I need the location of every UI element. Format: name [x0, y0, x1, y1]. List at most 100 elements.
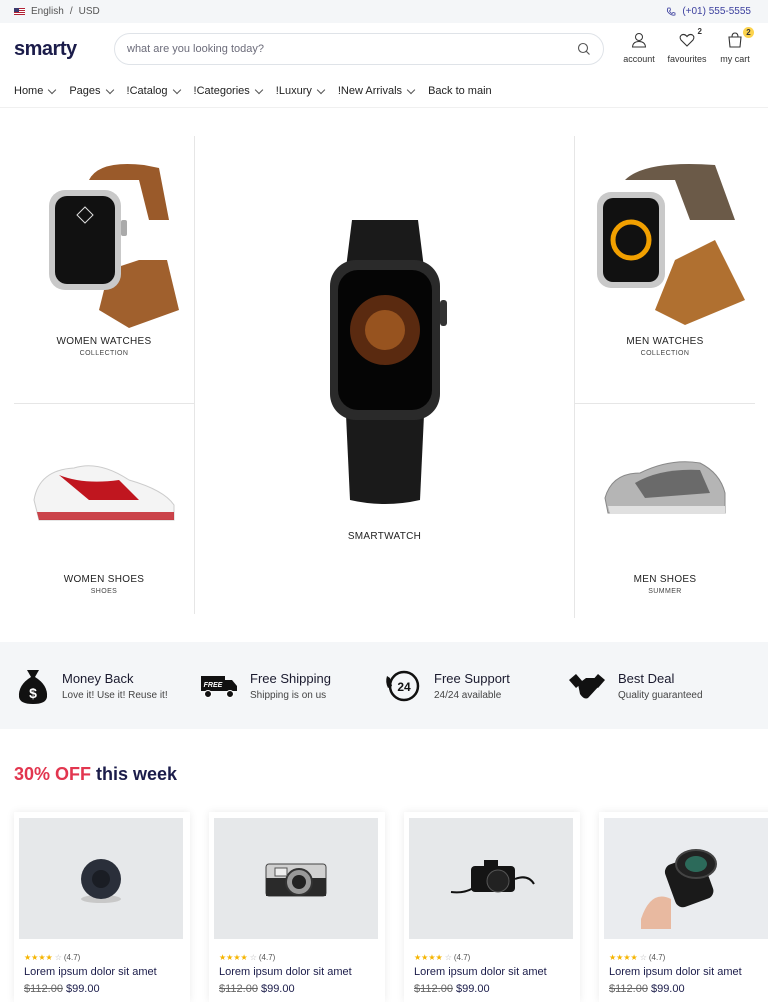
- divider: [14, 403, 194, 404]
- feature-subtitle: Love it! Use it! Reuse it!: [62, 689, 168, 701]
- sneaker-icon: [33, 465, 175, 521]
- locale-switcher[interactable]: English / USD: [14, 6, 100, 17]
- currency-label[interactable]: USD: [79, 6, 100, 17]
- product-name[interactable]: Lorem ipsum dolor sit amet: [19, 966, 185, 978]
- category-smartwatch[interactable]: SMARTWATCH: [195, 220, 574, 542]
- category-men-watches[interactable]: MEN WATCHES COLLECTION: [575, 160, 755, 357]
- lens-icon: [641, 848, 717, 929]
- product-name[interactable]: Lorem ipsum dolor sit amet: [409, 966, 575, 978]
- handshake-icon: [569, 673, 605, 698]
- feature-title: Free Shipping: [250, 670, 331, 686]
- logo[interactable]: smarty: [14, 38, 114, 61]
- nav-label: !Luxury: [275, 85, 312, 97]
- phone-link[interactable]: (+01) 555-5555: [666, 6, 751, 17]
- product-price: $112.00 $99.00: [409, 983, 575, 995]
- us-flag-icon: [14, 8, 25, 15]
- feature-best-deal: Best Deal Quality guaranteed: [568, 670, 752, 702]
- old-price: $112.00: [609, 983, 648, 995]
- category-title: MEN SHOES: [633, 574, 697, 585]
- product-price: $112.00 $99.00: [19, 983, 185, 995]
- category-subtitle: COLLECTION: [640, 350, 690, 357]
- nav-catalog[interactable]: !Catalog: [126, 85, 181, 97]
- star-icon: ★★★★: [24, 953, 53, 962]
- search-icon[interactable]: [577, 42, 591, 56]
- category-title: WOMEN SHOES: [63, 574, 145, 585]
- features-bar: $ Money Back Love it! Use it! Reuse it! …: [0, 642, 768, 729]
- current-price: $99.00: [260, 983, 295, 995]
- divider: [575, 403, 755, 404]
- product-card[interactable]: ★★★★ ☆ (4.7) Lorem ipsum dolor sit amet $…: [599, 812, 768, 1002]
- nav-label: Home: [14, 85, 44, 97]
- product-card[interactable]: ★★★★ ☆ (4.7) Lorem ipsum dolor sit amet $…: [404, 812, 580, 1002]
- search-input[interactable]: [127, 43, 577, 55]
- nav-back-to-main[interactable]: Back to main: [428, 85, 492, 97]
- star-empty-icon: ☆: [54, 953, 62, 962]
- star-empty-icon: ☆: [639, 953, 647, 962]
- feature-title: Free Support: [434, 670, 510, 686]
- category-subtitle: SUMMER: [648, 588, 682, 595]
- search-bar: [114, 33, 604, 65]
- account-button[interactable]: account: [620, 31, 658, 64]
- money-bag-icon: $: [18, 669, 48, 704]
- product-image[interactable]: [409, 818, 573, 939]
- rating: ★★★★ ☆ (4.7): [409, 953, 575, 962]
- feature-free-shipping: FREE Free Shipping Shipping is on us: [200, 671, 384, 701]
- product-list: ★★★★ ☆ (4.7) Lorem ipsum dolor sit amet $…: [14, 812, 768, 1002]
- nav-new-arrivals[interactable]: !New Arrivals: [337, 85, 416, 97]
- phone-number[interactable]: (+01) 555-5555: [682, 6, 751, 17]
- chevron-down-icon: [48, 85, 57, 94]
- rating-value: (4.7): [258, 953, 276, 962]
- nav-label: !Catalog: [126, 85, 168, 97]
- nav-home[interactable]: Home: [14, 85, 57, 97]
- feature-title: Money Back: [62, 670, 134, 686]
- old-price: $112.00: [219, 983, 258, 995]
- category-title: SMARTWATCH: [347, 531, 422, 542]
- product-name[interactable]: Lorem ipsum dolor sit amet: [604, 966, 768, 978]
- nav-categories[interactable]: !Categories: [194, 85, 264, 97]
- nav-label: Pages: [69, 85, 101, 97]
- chevron-down-icon: [172, 85, 181, 94]
- product-price: $112.00 $99.00: [214, 983, 380, 995]
- current-price: $99.00: [65, 983, 100, 995]
- cart-button[interactable]: 2 my cart: [716, 27, 754, 64]
- phone-icon: [667, 7, 676, 16]
- separator: /: [69, 6, 73, 17]
- product-image[interactable]: [214, 818, 378, 939]
- dslr-camera-icon: [450, 859, 535, 893]
- favourites-button[interactable]: 2 favourites: [667, 27, 707, 64]
- star-empty-icon: ☆: [444, 953, 452, 962]
- feature-money-back: $ Money Back Love it! Use it! Reuse it!: [16, 667, 200, 705]
- favourites-count: 2: [697, 27, 702, 36]
- watch-icon: [597, 164, 745, 325]
- chevron-down-icon: [316, 85, 326, 94]
- rating-value: (4.7): [63, 953, 81, 962]
- category-men-shoes[interactable]: MEN SHOES SUMMER: [575, 448, 755, 595]
- hero-grid: WOMEN WATCHES COLLECTION WOMEN SHOES SHO…: [0, 108, 768, 640]
- chevron-down-icon: [254, 85, 264, 94]
- old-price: $112.00: [414, 983, 453, 995]
- rating-value: (4.7): [453, 953, 471, 962]
- star-icon: ★★★★: [414, 953, 443, 962]
- nav-label: !New Arrivals: [337, 85, 403, 97]
- product-name[interactable]: Lorem ipsum dolor sit amet: [214, 966, 380, 978]
- feature-subtitle: 24/24 available: [434, 689, 502, 701]
- product-card[interactable]: ★★★★ ☆ (4.7) Lorem ipsum dolor sit amet $…: [14, 812, 190, 1002]
- nav-pages[interactable]: Pages: [69, 85, 114, 97]
- star-icon: ★★★★: [609, 953, 638, 962]
- camera-icon: [265, 863, 327, 896]
- product-image[interactable]: [604, 818, 768, 939]
- category-subtitle: SHOES: [90, 588, 118, 595]
- favourites-label: favourites: [667, 54, 707, 64]
- category-women-watches[interactable]: WOMEN WATCHES COLLECTION: [14, 160, 194, 357]
- language-label[interactable]: English: [31, 6, 64, 17]
- category-women-shoes[interactable]: WOMEN SHOES SHOES: [14, 450, 194, 595]
- nav-luxury[interactable]: !Luxury: [275, 85, 326, 97]
- svg-text:$: $: [29, 685, 37, 701]
- chevron-down-icon: [406, 85, 416, 94]
- category-title: MEN WATCHES: [626, 336, 704, 347]
- header: smarty account 2 favourites 2 my cart: [0, 23, 768, 75]
- sneaker-icon: [604, 461, 726, 514]
- product-image[interactable]: [19, 818, 183, 939]
- product-card[interactable]: ★★★★ ☆ (4.7) Lorem ipsum dolor sit amet $…: [209, 812, 385, 1002]
- top-bar: English / USD (+01) 555-5555: [0, 0, 768, 23]
